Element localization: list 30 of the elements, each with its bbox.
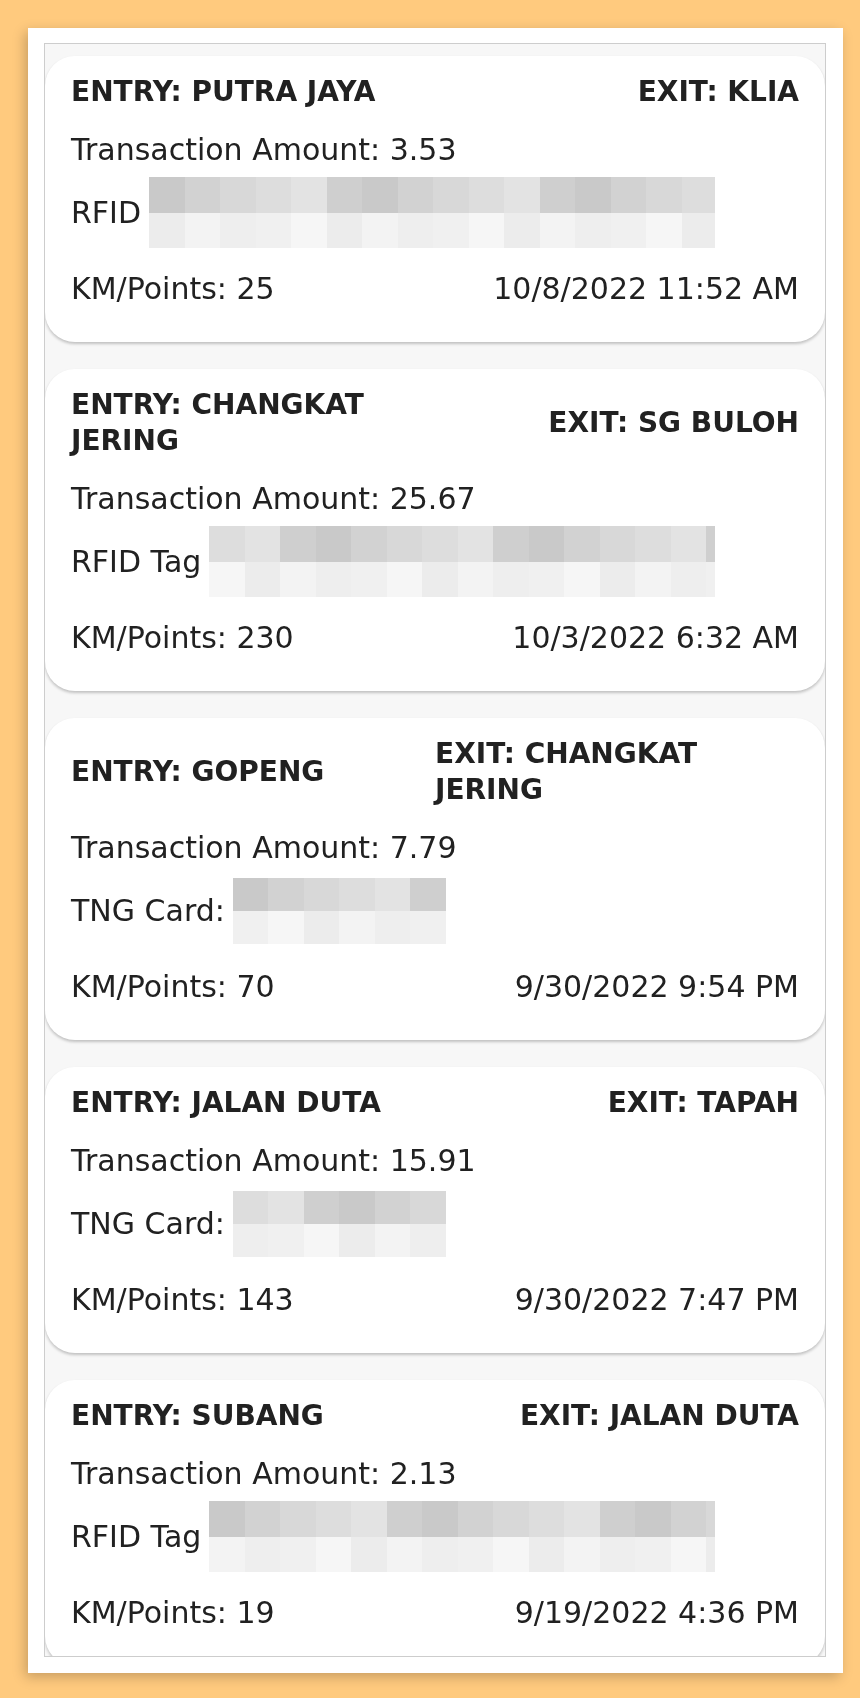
transaction-datetime: 10/3/2022 6:32 AM (512, 620, 799, 656)
transaction-datetime: 9/30/2022 7:47 PM (514, 1282, 799, 1318)
exit-station: EXIT: CHANGKAT JERING (435, 736, 698, 808)
transaction-amount: Transaction Amount: 3.53 (71, 132, 458, 168)
entry-station: ENTRY: JALAN DUTA (71, 1085, 381, 1121)
km-points: KM/Points: 230 (71, 620, 294, 656)
entry-station: ENTRY: CHANGKAT JERING (71, 387, 365, 459)
transaction-datetime: 9/30/2022 9:54 PM (514, 969, 799, 1005)
id-label: TNG Card: (71, 892, 225, 929)
transaction-amount: Transaction Amount: 25.67 (71, 481, 477, 517)
entry-station: ENTRY: PUTRA JAYA (71, 74, 376, 110)
transaction-amount: Transaction Amount: 2.13 (71, 1456, 458, 1492)
id-label: TNG Card: (71, 1205, 225, 1242)
transaction-amount: Transaction Amount: 15.91 (71, 1143, 477, 1179)
km-points: KM/Points: 19 (71, 1595, 275, 1631)
exit-station: EXIT: KLIA (637, 74, 799, 110)
entry-station: ENTRY: GOPENG (71, 754, 325, 790)
km-points: KM/Points: 70 (71, 969, 275, 1005)
transaction-amount: Transaction Amount: 7.79 (71, 830, 458, 866)
km-points: KM/Points: 143 (71, 1282, 294, 1318)
id-label: RFID (71, 194, 142, 231)
exit-station: EXIT: JALAN DUTA (520, 1398, 799, 1434)
id-label: RFID Tag (71, 1518, 202, 1555)
transaction-datetime: 10/8/2022 11:52 AM (493, 271, 799, 307)
exit-station: EXIT: SG BULOH (548, 405, 799, 441)
transaction-datetime: 9/19/2022 4:36 PM (514, 1595, 799, 1631)
id-label: RFID Tag (71, 543, 202, 580)
km-points: KM/Points: 25 (71, 271, 275, 307)
exit-station: EXIT: TAPAH (607, 1085, 799, 1121)
entry-station: ENTRY: SUBANG (71, 1398, 324, 1434)
